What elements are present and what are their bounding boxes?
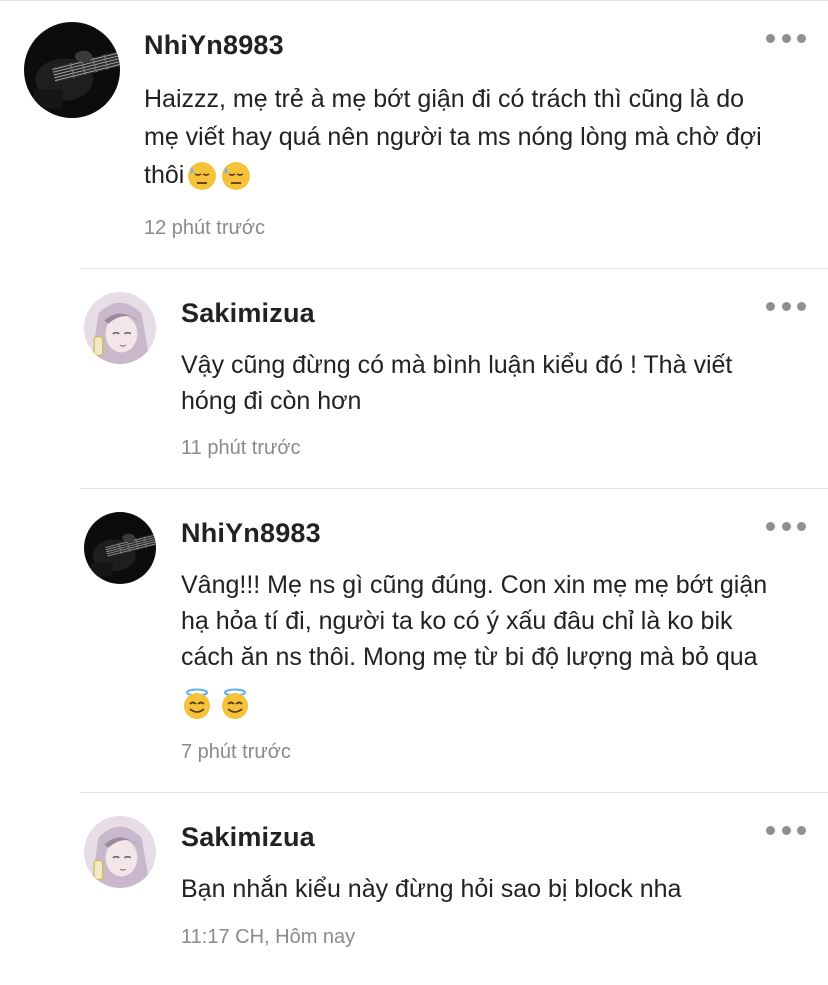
- comment-text: Bạn nhắn kiểu này đừng hỏi sao bị block …: [181, 871, 801, 907]
- anime-girl-avatar-icon: [84, 816, 156, 888]
- comment-text-body: Vâng!!! Mẹ ns gì cũng đúng. Con xin mẹ m…: [181, 571, 768, 671]
- top-divider: [0, 0, 828, 1]
- comment-username[interactable]: NhiYn8983: [144, 30, 284, 61]
- comment-text-body: Bạn nhắn kiểu này đừng hỏi sao bị block …: [181, 875, 682, 903]
- comment-divider: [80, 488, 828, 489]
- comment-username[interactable]: NhiYn8983: [181, 518, 321, 549]
- more-options-icon[interactable]: [766, 300, 806, 312]
- avatar[interactable]: [84, 816, 156, 888]
- avatar[interactable]: [84, 512, 156, 584]
- more-options-icon[interactable]: [766, 824, 806, 836]
- comment-text-body: Vậy cũng đừng có mà bình luận kiểu đó ! …: [181, 351, 733, 415]
- guitar-photo-icon: [84, 512, 156, 584]
- comment-timestamp: 11 phút trước: [181, 437, 301, 459]
- avatar[interactable]: [84, 292, 156, 364]
- anime-girl-avatar-icon: [84, 292, 156, 364]
- emoji-row: [181, 688, 251, 722]
- guitar-photo-icon: [24, 22, 120, 118]
- smiling-face-with-halo-emoji-icon: [219, 688, 251, 720]
- comment-timestamp: 11:17 CH, Hôm nay: [181, 926, 356, 948]
- smiling-face-with-halo-emoji-icon: [181, 688, 213, 720]
- comment-timestamp: 12 phút trước: [144, 217, 266, 239]
- comment-text: Haizzz, mẹ trẻ à mẹ bớt giận đi có trách…: [144, 80, 804, 194]
- comment-divider: [80, 268, 828, 269]
- comment-text: Vâng!!! Mẹ ns gì cũng đúng. Con xin mẹ m…: [181, 567, 801, 675]
- avatar[interactable]: [24, 22, 120, 118]
- comment-username[interactable]: Sakimizua: [181, 298, 315, 329]
- comment-text: Vậy cũng đừng có mà bình luận kiểu đó ! …: [181, 347, 801, 419]
- more-options-icon[interactable]: [766, 32, 806, 44]
- comment-timestamp: 7 phút trước: [181, 741, 291, 763]
- comment-divider: [80, 792, 828, 793]
- more-options-icon[interactable]: [766, 520, 806, 532]
- sweat-face-emoji-icon: [220, 160, 252, 192]
- sweat-face-emoji-icon: [186, 160, 218, 192]
- comment-username[interactable]: Sakimizua: [181, 822, 315, 853]
